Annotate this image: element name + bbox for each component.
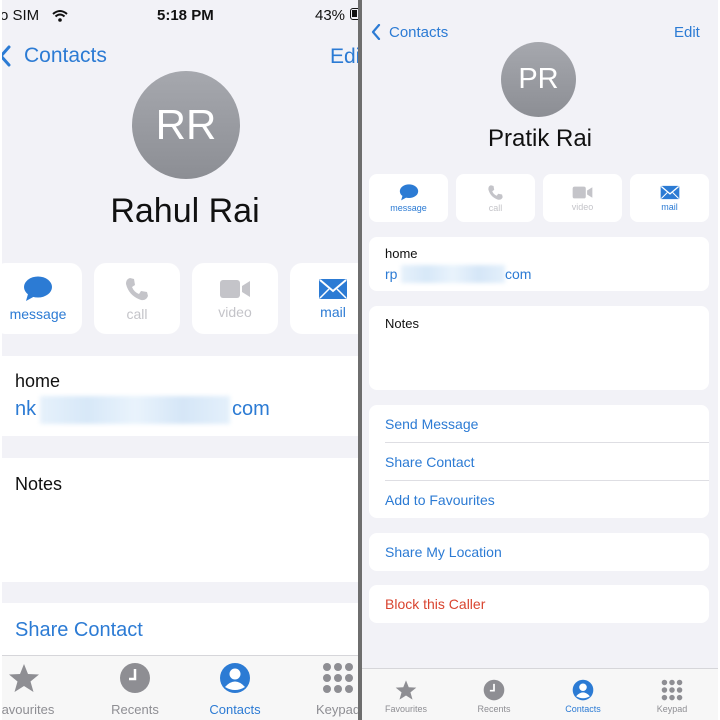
tab-keypad[interactable]: Keypad bbox=[640, 679, 704, 714]
clock-icon bbox=[120, 663, 150, 693]
status-time: 5:18 PM bbox=[157, 7, 214, 24]
mail-icon bbox=[660, 185, 679, 199]
tab-recents[interactable]: Recents bbox=[462, 679, 526, 714]
avatar: RR bbox=[132, 71, 240, 179]
chevron-left-icon bbox=[2, 45, 11, 67]
video-label: video bbox=[571, 201, 594, 212]
separator bbox=[385, 480, 709, 481]
video-button[interactable]: video bbox=[192, 263, 278, 334]
mail-label: mail bbox=[320, 303, 346, 320]
add-to-favourites-button[interactable]: Add to Favourites bbox=[385, 492, 495, 508]
notes-field[interactable]: Notes bbox=[369, 306, 709, 390]
message-label: message bbox=[390, 202, 427, 213]
notes-field[interactable]: Notes bbox=[2, 458, 358, 582]
contact-name: Pratik Rai bbox=[487, 125, 593, 152]
tab-contacts[interactable]: Contacts bbox=[195, 662, 275, 717]
call-label: call bbox=[488, 202, 503, 213]
email-value-end: com bbox=[232, 398, 270, 420]
back-button[interactable]: Contacts bbox=[2, 42, 107, 70]
share-location-button[interactable]: Share My Location bbox=[385, 544, 502, 560]
mail-icon bbox=[319, 278, 347, 299]
tab-contacts-label: Contacts bbox=[565, 704, 601, 714]
status-bar: o SIM 5:18 PM 43% bbox=[2, 0, 358, 32]
email-label: home bbox=[15, 371, 61, 391]
call-label: call bbox=[126, 305, 148, 322]
send-message-button[interactable]: Send Message bbox=[385, 416, 478, 432]
tab-favourites[interactable]: Favourites bbox=[374, 679, 438, 714]
star-icon bbox=[395, 680, 417, 700]
block-caller-row[interactable]: Block this Caller bbox=[369, 585, 709, 623]
video-label: video bbox=[218, 303, 252, 320]
notes-label: Notes bbox=[15, 474, 63, 494]
contact-name: Rahul Rai bbox=[110, 192, 260, 230]
video-icon bbox=[572, 186, 593, 198]
tab-keypad-label: Keypad bbox=[656, 704, 688, 714]
notes-label: Notes bbox=[385, 316, 419, 331]
person-circle-icon bbox=[572, 679, 594, 701]
share-location-row[interactable]: Share My Location bbox=[369, 533, 709, 571]
back-label: Contacts bbox=[389, 23, 449, 41]
back-button[interactable]: Contacts bbox=[371, 22, 448, 42]
tab-favourites-label: Favourites bbox=[2, 702, 55, 717]
email-value-end: com bbox=[505, 266, 532, 282]
avatar: PR bbox=[501, 42, 576, 117]
mail-button[interactable]: mail bbox=[290, 263, 358, 334]
edit-button[interactable]: Edi bbox=[330, 45, 358, 69]
tab-favourites[interactable]: Favourites bbox=[2, 662, 64, 717]
tab-keypad-label: Keypad bbox=[315, 702, 358, 717]
tab-contacts[interactable]: Contacts bbox=[551, 679, 615, 714]
share-contact-button[interactable]: Share Contact bbox=[385, 454, 475, 470]
message-icon bbox=[399, 183, 418, 200]
message-icon bbox=[24, 276, 52, 301]
tab-recents-label: Recents bbox=[477, 704, 511, 714]
tab-recents[interactable]: Recents bbox=[95, 662, 175, 717]
email-row[interactable]: home nk com bbox=[2, 356, 358, 436]
back-label: Contacts bbox=[24, 44, 107, 67]
person-circle-icon bbox=[220, 663, 250, 693]
star-icon bbox=[9, 664, 39, 692]
video-button[interactable]: video bbox=[543, 174, 622, 222]
separator bbox=[385, 442, 709, 443]
wifi-icon bbox=[52, 10, 68, 22]
call-button[interactable]: call bbox=[94, 263, 180, 334]
email-row[interactable]: home rp com bbox=[369, 237, 709, 291]
email-value-start: rp bbox=[385, 266, 398, 282]
carrier-label: o SIM bbox=[2, 7, 40, 24]
left-screenshot: o SIM 5:18 PM 43% Contacts Edi RR Rahul … bbox=[2, 0, 358, 720]
share-contact-row[interactable]: Share Contact bbox=[2, 603, 358, 663]
keypad-icon bbox=[323, 663, 353, 693]
phone-icon bbox=[488, 184, 503, 200]
email-label: home bbox=[385, 246, 418, 261]
tab-contacts-label: Contacts bbox=[209, 702, 261, 717]
tab-keypad[interactable]: Keypad bbox=[298, 662, 358, 717]
battery-icon bbox=[350, 8, 358, 20]
email-redaction bbox=[40, 396, 230, 424]
phone-icon bbox=[126, 277, 148, 300]
battery-percent: 43% bbox=[315, 7, 346, 24]
clock-icon bbox=[483, 679, 505, 701]
keypad-icon bbox=[661, 679, 683, 701]
right-screenshot: Contacts Edit PR Pratik Rai message call… bbox=[362, 0, 718, 720]
mail-label: mail bbox=[661, 201, 678, 212]
chevron-left-icon bbox=[371, 24, 381, 40]
tab-bar: Favourites Recents Contacts Keypad bbox=[362, 668, 718, 720]
block-caller-button[interactable]: Block this Caller bbox=[385, 596, 485, 612]
email-redaction bbox=[401, 265, 505, 283]
share-contact-button[interactable]: Share Contact bbox=[15, 619, 143, 642]
tab-favourites-label: Favourites bbox=[384, 704, 428, 714]
tab-bar: Favourites Recents Contacts Keypad bbox=[2, 655, 358, 720]
email-value-start: nk bbox=[15, 398, 37, 420]
action-list: Send Message Share Contact Add to Favour… bbox=[369, 405, 709, 518]
mail-button[interactable]: mail bbox=[630, 174, 709, 222]
message-button[interactable]: message bbox=[2, 263, 82, 334]
message-button[interactable]: message bbox=[369, 174, 448, 222]
tab-recents-label: Recents bbox=[111, 702, 159, 717]
call-button[interactable]: call bbox=[456, 174, 535, 222]
edit-button[interactable]: Edit bbox=[674, 24, 700, 41]
video-icon bbox=[220, 279, 250, 298]
message-label: message bbox=[9, 305, 67, 322]
